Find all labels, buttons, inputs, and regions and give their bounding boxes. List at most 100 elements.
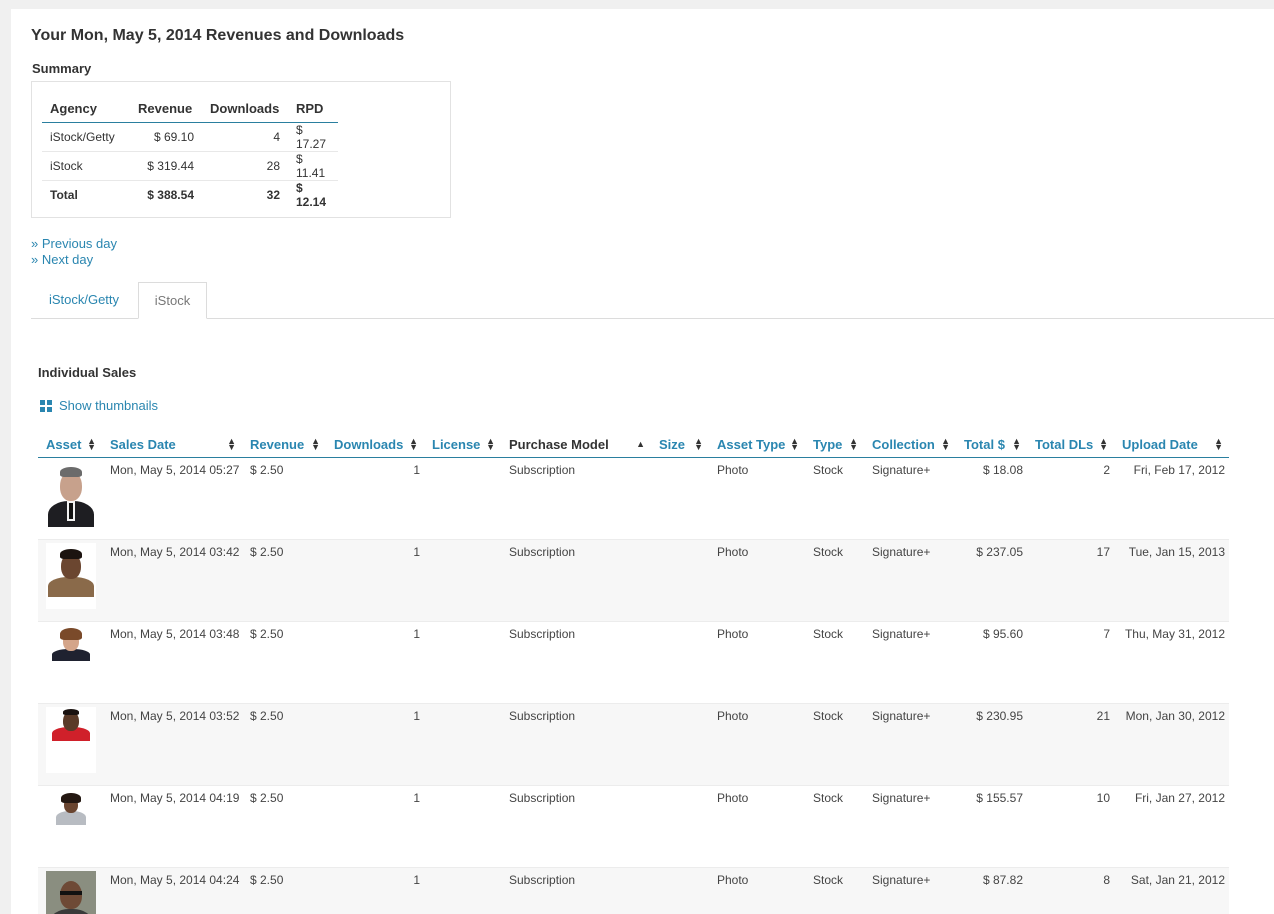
- sort-purchase-model[interactable]: Purchase Model ▲: [501, 431, 651, 458]
- previous-day-link[interactable]: » Previous day: [31, 236, 117, 251]
- collection: Signature+: [864, 457, 956, 540]
- summary-table: Agency Revenue Downloads RPD iStock/Gett…: [42, 95, 338, 209]
- size: [651, 703, 709, 786]
- total-usd: $ 230.95: [956, 703, 1027, 786]
- sort-collection[interactable]: Collection ▲ ▼: [864, 431, 956, 458]
- table-row: Mon, May 5, 2014 04:19 $ 2.50 1 Subscrip…: [38, 785, 1229, 868]
- upload-date: Thu, May 31, 2012: [1114, 621, 1229, 704]
- summary-col-agency: Agency: [42, 95, 130, 123]
- sort-downloads[interactable]: Downloads ▲ ▼: [326, 431, 424, 458]
- sort-icon: ▲ ▼: [941, 436, 950, 452]
- tab-istock-getty[interactable]: iStock/Getty: [31, 282, 137, 318]
- table-row: Mon, May 5, 2014 05:27 $ 2.50 1 Subscrip…: [38, 457, 1229, 540]
- col-license-label: License: [432, 436, 481, 452]
- next-day-link[interactable]: » Next day: [31, 252, 93, 267]
- asset-thumbnail[interactable]: [46, 625, 96, 691]
- type: Stock: [805, 539, 864, 622]
- sort-license[interactable]: License ▲ ▼: [424, 431, 501, 458]
- summary-row: iStock/Getty $ 69.10 4 $ 17.27: [42, 122, 338, 152]
- downloads: 1: [326, 867, 424, 914]
- col-type-label: Type: [813, 436, 843, 452]
- total-usd: $ 87.82: [956, 867, 1027, 914]
- page-title: Your Mon, May 5, 2014 Revenues and Downl…: [31, 27, 405, 44]
- summary-total-downloads: 32: [202, 180, 288, 209]
- revenue: $ 2.50: [242, 703, 326, 786]
- revenue: $ 2.50: [242, 539, 326, 622]
- license: [424, 621, 501, 704]
- sort-sales-date[interactable]: Sales Date ▲ ▼: [102, 431, 242, 458]
- purchase-model: Subscription: [501, 785, 651, 868]
- col-size-label: Size: [659, 436, 686, 452]
- size: [651, 539, 709, 622]
- col-sales-date-label: Sales Date: [110, 436, 176, 452]
- show-thumbnails-label: Show thumbnails: [59, 398, 158, 413]
- sort-icon: ▲ ▼: [409, 436, 418, 452]
- upload-date: Fri, Jan 27, 2012: [1114, 785, 1229, 868]
- total-dls: 21: [1027, 703, 1114, 786]
- asset-type: Photo: [709, 539, 805, 622]
- table-row: Mon, May 5, 2014 03:42 $ 2.50 1 Subscrip…: [38, 539, 1229, 622]
- summary-heading: Summary: [32, 61, 92, 76]
- sort-upload-date[interactable]: Upload Date ▲ ▼: [1114, 431, 1229, 458]
- summary-total-rpd: $ 12.14: [288, 180, 338, 209]
- col-collection-label: Collection: [872, 436, 935, 452]
- individual-sales-heading: Individual Sales: [38, 365, 137, 380]
- sales-date: Mon, May 5, 2014 04:19: [102, 785, 242, 868]
- asset-thumbnail[interactable]: [46, 871, 96, 914]
- downloads: 1: [326, 539, 424, 622]
- sort-size[interactable]: Size ▲ ▼: [651, 431, 709, 458]
- asset-type: Photo: [709, 621, 805, 704]
- summary-rpd: $ 11.41: [288, 151, 338, 181]
- summary-header-row: Agency Revenue Downloads RPD: [42, 95, 338, 123]
- col-downloads-label: Downloads: [334, 436, 404, 452]
- col-total-dls-label: Total DLs: [1035, 436, 1094, 452]
- asset-type: Photo: [709, 785, 805, 868]
- asset-thumbnail[interactable]: [46, 789, 96, 855]
- upload-date: Sat, Jan 21, 2012: [1114, 867, 1229, 914]
- sort-asset[interactable]: Asset ▲ ▼: [38, 431, 102, 458]
- asset-thumbnail[interactable]: [46, 543, 96, 609]
- sort-icon: ▲ ▼: [311, 436, 320, 452]
- sort-asset-type[interactable]: Asset Type ▲ ▼: [709, 431, 805, 458]
- summary-revenue: $ 319.44: [130, 151, 202, 181]
- summary-downloads: 28: [202, 151, 288, 181]
- type: Stock: [805, 621, 864, 704]
- sales-date: Mon, May 5, 2014 04:24: [102, 867, 242, 914]
- total-usd: $ 237.05: [956, 539, 1027, 622]
- collection: Signature+: [864, 539, 956, 622]
- col-revenue-label: Revenue: [250, 436, 305, 452]
- sort-total-dls[interactable]: Total DLs ▲ ▼: [1027, 431, 1114, 458]
- col-upload-date-label: Upload Date: [1122, 436, 1198, 452]
- sort-type[interactable]: Type ▲ ▼: [805, 431, 864, 458]
- table-row: Mon, May 5, 2014 03:48 $ 2.50 1 Subscrip…: [38, 621, 1229, 704]
- purchase-model: Subscription: [501, 457, 651, 540]
- sales-date: Mon, May 5, 2014 03:48: [102, 621, 242, 704]
- collection: Signature+: [864, 785, 956, 868]
- size: [651, 867, 709, 914]
- summary-row: iStock $ 319.44 28 $ 11.41: [42, 151, 338, 181]
- table-row: Mon, May 5, 2014 03:52 $ 2.50 1 Subscrip…: [38, 703, 1229, 786]
- asset-thumbnail[interactable]: [46, 461, 96, 527]
- asset-cell: [38, 867, 102, 914]
- summary-total-label: Total: [42, 180, 130, 209]
- show-thumbnails-link[interactable]: Show thumbnails: [40, 398, 158, 413]
- asset-type: Photo: [709, 867, 805, 914]
- upload-date: Tue, Jan 15, 2013: [1114, 539, 1229, 622]
- revenue: $ 2.50: [242, 867, 326, 914]
- size: [651, 785, 709, 868]
- sales-date: Mon, May 5, 2014 05:27: [102, 457, 242, 540]
- license: [424, 539, 501, 622]
- type: Stock: [805, 785, 864, 868]
- sort-total-usd[interactable]: Total $ ▲ ▼: [956, 431, 1027, 458]
- type: Stock: [805, 703, 864, 786]
- summary-col-rpd: RPD: [288, 95, 338, 123]
- asset-thumbnail[interactable]: [46, 707, 96, 773]
- asset-cell: [38, 621, 102, 704]
- tab-istock[interactable]: iStock: [138, 282, 207, 319]
- license: [424, 867, 501, 914]
- summary-panel: Agency Revenue Downloads RPD iStock/Gett…: [31, 81, 451, 218]
- sort-icon: ▲ ▼: [1099, 436, 1108, 452]
- upload-date: Fri, Feb 17, 2012: [1114, 457, 1229, 540]
- sort-icon: ▲ ▼: [849, 436, 858, 452]
- sort-revenue[interactable]: Revenue ▲ ▼: [242, 431, 326, 458]
